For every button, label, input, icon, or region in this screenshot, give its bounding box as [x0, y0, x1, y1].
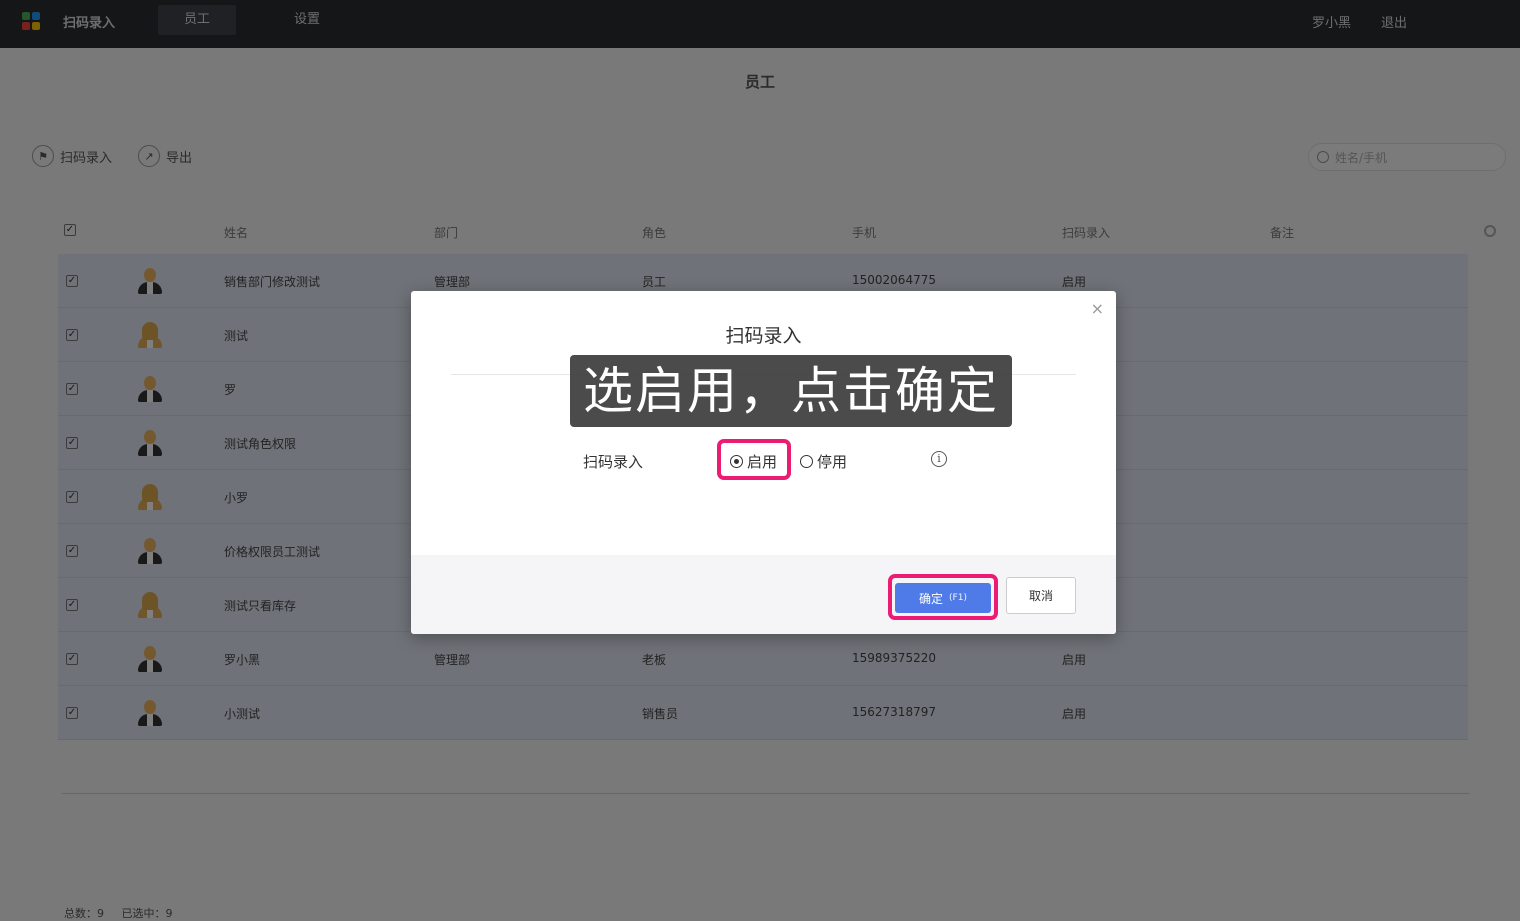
instruction-caption: 选启用，点击确定 [570, 355, 1012, 427]
highlight-box-radio [717, 439, 791, 480]
dialog-title: 扫码录入 [725, 325, 802, 347]
radio-unchecked-icon[interactable] [800, 455, 813, 468]
confirm-label: 确定 [919, 591, 944, 606]
confirm-shortcut: (F1) [949, 593, 967, 603]
radio-disable-label: 停用 [817, 453, 848, 471]
info-icon[interactable]: i [931, 451, 947, 467]
close-icon[interactable]: × [1091, 299, 1104, 318]
scan-entry-dialog: × 扫码录入 扫码录入 启用 停用 i 确定 (F1) 取消 [411, 291, 1116, 634]
cancel-button[interactable]: 取消 [1006, 577, 1076, 614]
confirm-button[interactable]: 确定 (F1) [895, 583, 991, 613]
radio-disable[interactable]: 停用 [800, 451, 847, 472]
field-label: 扫码录入 [583, 453, 644, 471]
